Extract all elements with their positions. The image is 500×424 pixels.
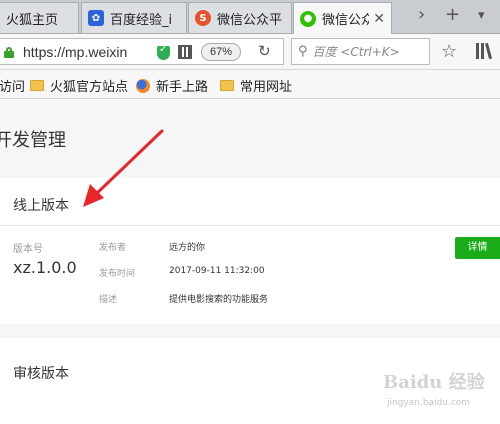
- publish-time-value: 2017-09-11 11:32:00: [169, 266, 265, 276]
- publisher-value: 远方的你: [169, 243, 206, 253]
- sogou-icon: S: [195, 10, 211, 26]
- firefox-icon: [136, 78, 150, 93]
- description-value: 提供电影搜索的功能服务: [169, 295, 269, 305]
- description-label: 描述: [99, 295, 118, 305]
- bookmark-label: 火狐官方站点: [50, 80, 129, 95]
- watermark-logo: Baidu 经验: [383, 372, 485, 393]
- online-version-card: 线上版本 版本号 xz.1.0.0 发布者 远方的你 发布时间 2017-09-…: [0, 178, 500, 324]
- bookmark-firefox-official[interactable]: 火狐官方站点: [30, 76, 128, 95]
- reload-icon[interactable]: ↻: [258, 42, 271, 60]
- tab-label: 火狐主页: [6, 12, 59, 28]
- version-value: xz.1.0.0: [13, 258, 77, 277]
- tab-label: 微信公众: [322, 13, 370, 28]
- bookmark-label: 新手上路: [156, 80, 209, 95]
- url-bar[interactable]: https://mp.weixin 67% ↻: [0, 38, 284, 65]
- close-icon[interactable]: ✕: [373, 11, 385, 27]
- baidu-jingyan-watermark: Baidu 经验 jingyan.baidu.com: [383, 368, 495, 412]
- version-label: 版本号: [13, 244, 43, 255]
- bookmark-label: 访问: [0, 80, 26, 95]
- search-input[interactable]: ⚲ 百度 <Ctrl+K>: [291, 38, 430, 65]
- chevron-right-icon[interactable]: ›: [418, 4, 425, 25]
- tab-wechat-mp-1[interactable]: S 微信公众平: [188, 2, 292, 33]
- search-placeholder: 百度 <Ctrl+K>: [312, 45, 400, 59]
- qr-code-icon[interactable]: [178, 45, 192, 59]
- tab-label: 百度经验_i: [110, 12, 173, 28]
- folder-icon: [30, 80, 44, 91]
- wechat-icon: ●: [300, 10, 316, 27]
- new-tab-button[interactable]: +: [445, 4, 460, 25]
- baidu-paw-icon: ✿: [88, 10, 104, 26]
- lock-icon: [4, 46, 14, 58]
- folder-icon: [220, 80, 234, 91]
- url-text[interactable]: https://mp.weixin: [23, 44, 283, 60]
- publisher-label: 发布者: [99, 243, 127, 253]
- bookmark-common-sites[interactable]: 常用网址: [220, 76, 292, 95]
- page-title: 开发管理: [0, 130, 66, 151]
- publish-time-label: 发布时间: [99, 269, 136, 279]
- detail-button[interactable]: 详情: [455, 237, 500, 259]
- bookmark-visited[interactable]: 访问: [0, 76, 25, 95]
- shield-icon[interactable]: [157, 44, 170, 60]
- tab-wechat-mp-active[interactable]: ● 微信公众 ✕: [293, 2, 392, 34]
- tab-strip: 火狐主页 ✿ 百度经验_i S 微信公众平 ● 微信公众 ✕ › + ▾: [0, 0, 500, 34]
- tab-label: 微信公众平: [217, 12, 283, 28]
- navigation-bar: https://mp.weixin 67% ↻ ⚲ 百度 <Ctrl+K> ☆: [0, 34, 500, 70]
- bookmark-star-icon[interactable]: ☆: [441, 41, 457, 62]
- tab-firefox-home[interactable]: 火狐主页: [0, 2, 79, 33]
- bookmark-label: 常用网址: [240, 80, 293, 95]
- library-icon[interactable]: [476, 42, 493, 60]
- bookmark-getting-started[interactable]: 新手上路: [136, 76, 208, 95]
- search-icon: ⚲: [298, 44, 308, 59]
- review-version-title: 审核版本: [13, 366, 69, 382]
- zoom-level[interactable]: 67%: [201, 43, 241, 61]
- watermark-url: jingyan.baidu.com: [387, 398, 471, 408]
- chevron-down-icon[interactable]: ▾: [478, 8, 485, 23]
- online-version-title: 线上版本: [13, 198, 69, 214]
- bookmarks-bar: 访问 火狐官方站点 新手上路 常用网址: [0, 70, 500, 99]
- divider: [0, 225, 500, 226]
- tab-baidu-jingyan[interactable]: ✿ 百度经验_i: [81, 2, 187, 33]
